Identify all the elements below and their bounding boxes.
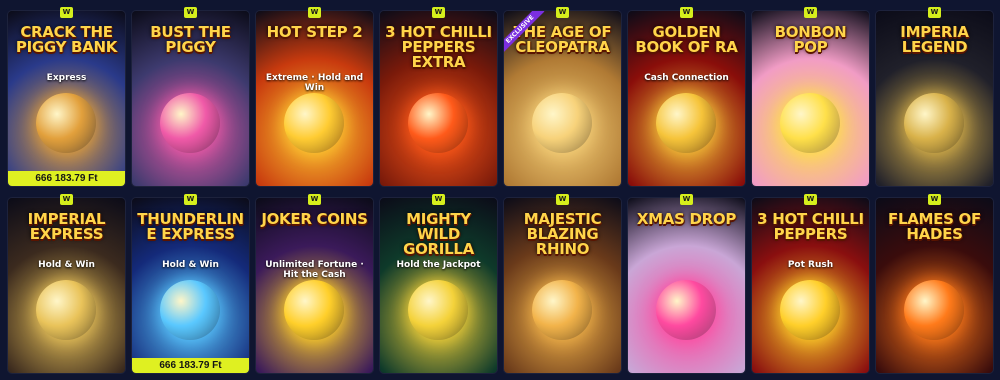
game-title: Majestic Blazing Rhino [523,210,602,258]
game-title: Imperial Express [27,210,106,243]
provider-badge-icon: W [184,7,197,18]
game-tile[interactable]: Imperia Legend [876,11,993,186]
game-emblem-icon [532,280,592,340]
provider-badge-icon: W [556,7,569,18]
provider-badge-icon: W [60,194,73,205]
game-emblem-icon [284,93,344,153]
game-emblem-icon [36,280,96,340]
game-tile[interactable]: Bust the Piggy [132,11,249,186]
game-emblem-icon [160,93,220,153]
provider-badge-icon: W [680,194,693,205]
game-subtitle: Hold & Win [38,260,95,270]
jackpot-amount: 666 183.79 Ft [8,171,125,186]
game-subtitle: Extreme · Hold and Win [265,73,364,93]
game-title: Thunderline Express [137,210,244,243]
game-title: 3 Hot Chilli Peppers Extra [385,23,492,71]
provider-badge-icon: W [804,7,817,18]
game-tile[interactable]: Hot Step 2 Extreme · Hold and Win [256,11,373,186]
game-emblem-icon [408,93,468,153]
provider-badge-icon: W [308,7,321,18]
game-subtitle: Pot Rush [787,260,834,270]
game-tile[interactable]: Majestic Blazing Rhino [504,198,621,373]
game-tile[interactable]: Thunderline Express Hold & Win 666 183.79 … [132,198,249,373]
game-subtitle: Unlimited Fortune · Hit the Cash [265,260,364,280]
provider-badge-icon: W [680,7,693,18]
game-title: Hot Step 2 [266,23,363,41]
game-tile[interactable]: Flames of Hades [876,198,993,373]
game-tile[interactable]: Imperial Express Hold & Win [8,198,125,373]
game-title: Bust the Piggy [150,23,231,56]
provider-badge-icon: W [432,7,445,18]
game-tile[interactable]: Joker Coins Unlimited Fortune · Hit the C… [256,198,373,373]
game-subtitle: Cash Connection [644,73,729,83]
game-title: Flames of Hades [888,210,981,243]
game-tile[interactable]: Golden Book of Ra Cash Connection [628,11,745,186]
game-emblem-icon [284,280,344,340]
game-subtitle: Express [46,73,87,83]
provider-badge-icon: W [308,194,321,205]
provider-badge-icon: W [184,194,197,205]
game-tile[interactable]: 3 Hot Chilli Peppers Pot Rush [752,198,869,373]
game-title: 3 Hot Chilli Peppers [757,210,864,243]
game-tile[interactable]: Bonbon Pop [752,11,869,186]
game-emblem-icon [904,93,964,153]
game-tile[interactable]: Xmas Drop [628,198,745,373]
game-emblem-icon [904,280,964,340]
game-emblem-icon [780,93,840,153]
game-tile[interactable]: Mighty Wild Gorilla Hold the Jackpot [380,198,497,373]
game-grid: Crack the Piggy Bank Express 666 183.79 Ft… [0,0,1000,380]
game-emblem-icon [408,280,468,340]
game-emblem-icon [656,93,716,153]
game-tile[interactable]: The Age of Cleopatra EXCLUSIVE [504,11,621,186]
game-title: Crack the Piggy Bank [15,23,118,56]
game-title: Bonbon Pop [774,23,847,56]
game-title: Golden Book of Ra [635,23,738,56]
provider-badge-icon: W [432,194,445,205]
game-title: Xmas Drop [636,210,737,228]
jackpot-amount: 666 183.79 Ft [132,358,249,373]
game-emblem-icon [160,280,220,340]
game-tile[interactable]: Crack the Piggy Bank Express 666 183.79 Ft [8,11,125,186]
game-subtitle: Hold & Win [162,260,219,270]
game-emblem-icon [780,280,840,340]
game-emblem-icon [532,93,592,153]
provider-badge-icon: W [556,194,569,205]
game-emblem-icon [36,93,96,153]
provider-badge-icon: W [928,194,941,205]
game-emblem-icon [656,280,716,340]
provider-badge-icon: W [928,7,941,18]
game-tile[interactable]: 3 Hot Chilli Peppers Extra [380,11,497,186]
provider-badge-icon: W [60,7,73,18]
provider-badge-icon: W [804,194,817,205]
game-title: Mighty Wild Gorilla [403,210,474,258]
game-title: Imperia Legend [900,23,969,56]
game-title: Joker Coins [261,210,368,228]
game-subtitle: Hold the Jackpot [396,260,481,270]
